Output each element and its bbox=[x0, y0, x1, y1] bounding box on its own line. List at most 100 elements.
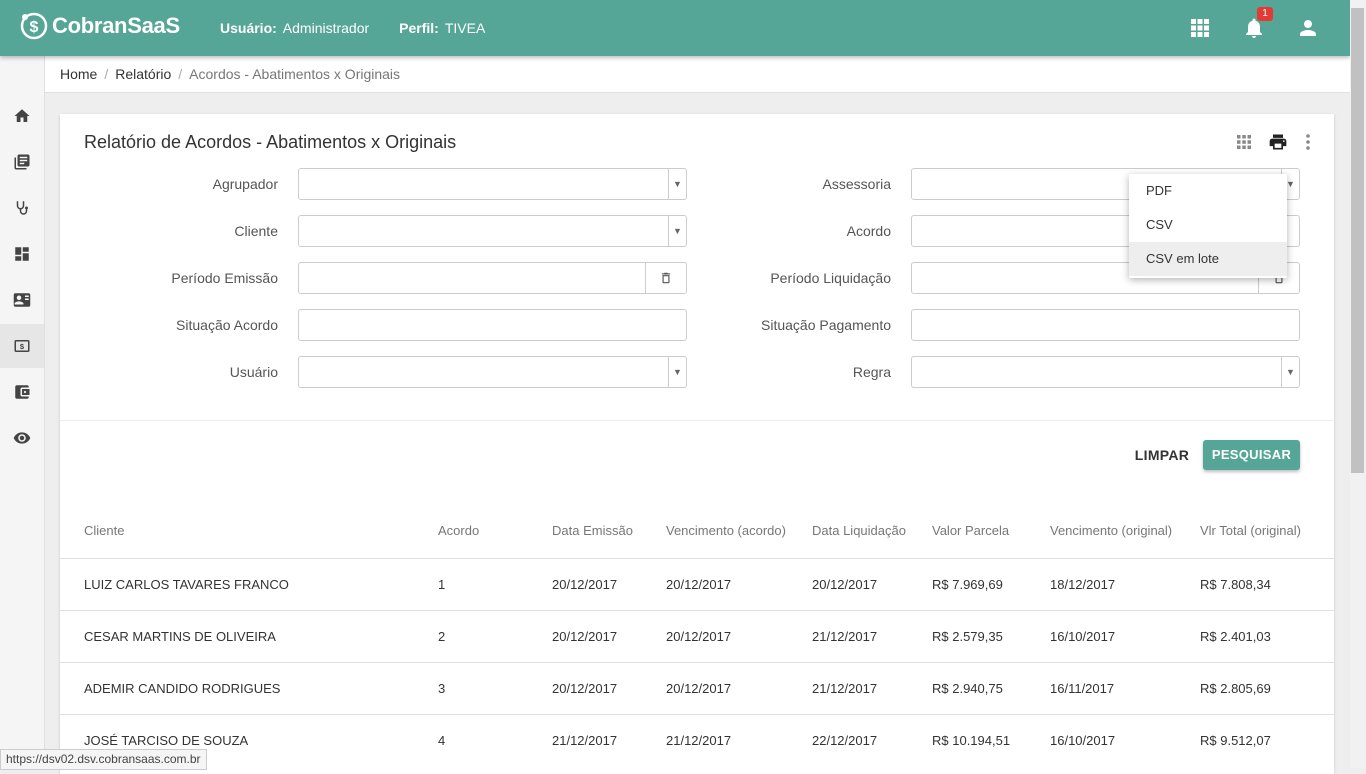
sidebar-item-view[interactable] bbox=[0, 416, 44, 460]
columns-grid-icon[interactable] bbox=[1234, 132, 1254, 152]
cell-cliente: CESAR MARTINS DE OLIVEIRA bbox=[84, 629, 276, 644]
wallet-icon bbox=[15, 385, 30, 399]
divider bbox=[60, 420, 1334, 421]
column-header-valor-parcela[interactable]: Valor Parcela bbox=[932, 523, 1009, 538]
cell-cliente: LUIZ CARLOS TAVARES FRANCO bbox=[84, 577, 289, 592]
column-header-data-emissao[interactable]: Data Emissão bbox=[552, 523, 633, 538]
chevron-down-icon[interactable]: ▼ bbox=[668, 357, 686, 387]
page-title: Relatório de Acordos - Abatimentos x Ori… bbox=[84, 132, 457, 152]
breadcrumb-separator: / bbox=[178, 66, 183, 82]
cliente-select[interactable]: ▼ bbox=[298, 215, 687, 247]
cell-data-liquidacao: 21/12/2017 bbox=[812, 681, 878, 696]
chevron-down-icon[interactable]: ▼ bbox=[668, 169, 686, 199]
column-header-vlr-total-original[interactable]: Vlr Total (original) bbox=[1200, 523, 1301, 538]
chevron-down-icon[interactable]: ▼ bbox=[668, 216, 686, 246]
cell-vencimento-acordo: 20/12/2017 bbox=[666, 681, 732, 696]
clear-date-button[interactable] bbox=[645, 263, 686, 293]
menu-item-csv[interactable]: CSV bbox=[1129, 208, 1287, 242]
menu-item-pdf[interactable]: PDF bbox=[1129, 174, 1287, 208]
cell-acordo: 3 bbox=[438, 681, 446, 696]
cell-vencimento-original: 16/10/2017 bbox=[1050, 733, 1116, 748]
situacao-acordo-input[interactable] bbox=[298, 309, 687, 341]
filter-label-agrupador: Agrupador bbox=[212, 176, 278, 192]
cell-data-emissao: 20/12/2017 bbox=[552, 681, 618, 696]
cell-acordo: 2 bbox=[438, 629, 446, 644]
profile-label: Perfil: bbox=[399, 20, 439, 36]
table-row[interactable]: LUIZ CARLOS TAVARES FRANCO 1 20/12/2017 … bbox=[60, 558, 1334, 611]
contact-card-icon bbox=[13, 293, 31, 307]
cell-vencimento-original: 16/11/2017 bbox=[1050, 681, 1115, 696]
table-row[interactable]: CESAR MARTINS DE OLIVEIRA 2 20/12/2017 2… bbox=[60, 610, 1334, 663]
periodo-emissao-input[interactable] bbox=[298, 262, 687, 294]
cell-vencimento-acordo: 21/12/2017 bbox=[666, 733, 732, 748]
column-header-vencimento-original[interactable]: Vencimento (original) bbox=[1050, 523, 1172, 538]
apps-grid-icon[interactable] bbox=[1188, 16, 1212, 40]
home-icon bbox=[14, 109, 30, 122]
notification-badge: 1 bbox=[1257, 7, 1273, 21]
cell-vlr-total-original: R$ 2.805,69 bbox=[1200, 681, 1271, 696]
breadcrumb-home[interactable]: Home bbox=[60, 66, 97, 82]
cell-valor-parcela: R$ 2.940,75 bbox=[932, 681, 1003, 696]
logo-icon: $ bbox=[20, 12, 48, 40]
clear-button[interactable]: LIMPAR bbox=[1132, 440, 1192, 470]
print-icon[interactable] bbox=[1268, 132, 1288, 152]
column-header-acordo[interactable]: Acordo bbox=[438, 523, 479, 538]
sidebar-item-wallet[interactable] bbox=[0, 370, 44, 414]
usuario-select[interactable]: ▼ bbox=[298, 356, 687, 388]
scrollbar-thumb[interactable] bbox=[1351, 8, 1364, 473]
status-bar-url: https://dsv02.dsv.cobransaas.com.br bbox=[0, 749, 207, 770]
breadcrumb-current: Acordos - Abatimentos x Originais bbox=[189, 66, 401, 82]
cell-vencimento-original: 18/12/2017 bbox=[1050, 577, 1116, 592]
sidebar-item-home[interactable] bbox=[0, 94, 44, 138]
app-logo[interactable]: $ CobranSaaS bbox=[19, 11, 180, 41]
cell-data-liquidacao: 21/12/2017 bbox=[812, 629, 878, 644]
trash-icon bbox=[661, 272, 671, 284]
sidebar-item-dashboard[interactable] bbox=[0, 232, 44, 276]
cell-data-emissao: 20/12/2017 bbox=[552, 629, 618, 644]
cell-cliente: ADEMIR CANDIDO RODRIGUES bbox=[84, 681, 281, 696]
chevron-down-icon[interactable]: ▼ bbox=[1281, 357, 1299, 387]
regra-select[interactable]: ▼ bbox=[911, 356, 1300, 388]
app-name: CobranSaaS bbox=[52, 13, 180, 38]
cell-valor-parcela: R$ 7.969,69 bbox=[932, 577, 1003, 592]
cell-data-emissao: 20/12/2017 bbox=[552, 577, 618, 592]
more-vert-icon[interactable] bbox=[1298, 132, 1318, 152]
search-button[interactable]: PESQUISAR bbox=[1203, 440, 1300, 470]
library-icon bbox=[14, 154, 30, 170]
filter-label-periodo-liquidacao: Período Liquidação bbox=[770, 270, 891, 286]
sidebar-item-billing[interactable]: $ bbox=[0, 324, 44, 368]
column-header-vencimento-acordo[interactable]: Vencimento (acordo) bbox=[666, 523, 786, 538]
situacao-pagamento-input[interactable] bbox=[911, 309, 1300, 341]
menu-item-csv-em-lote[interactable]: CSV em lote bbox=[1129, 242, 1287, 276]
user-value: Administrador bbox=[282, 20, 370, 36]
sidebar-item-contacts[interactable] bbox=[0, 278, 44, 322]
filter-label-periodo-emissao: Período Emissão bbox=[171, 270, 278, 286]
breadcrumb-report[interactable]: Relatório bbox=[115, 66, 171, 82]
sidebar: $ bbox=[0, 56, 45, 768]
column-header-data-liquidacao[interactable]: Data Liquidação bbox=[812, 523, 906, 538]
column-header-cliente[interactable]: Cliente bbox=[84, 523, 124, 538]
cell-data-liquidacao: 20/12/2017 bbox=[812, 577, 878, 592]
filter-label-usuario: Usuário bbox=[229, 364, 278, 380]
profile-value: TIVEA bbox=[444, 20, 486, 36]
cell-data-liquidacao: 22/12/2017 bbox=[812, 733, 878, 748]
sidebar-item-library[interactable] bbox=[0, 140, 44, 184]
table-row[interactable]: JOSÉ TARCISO DE SOUZA 4 21/12/2017 21/12… bbox=[60, 714, 1334, 767]
filter-label-cliente: Cliente bbox=[234, 223, 278, 239]
sidebar-item-health[interactable] bbox=[0, 186, 44, 230]
svg-text:$: $ bbox=[30, 19, 39, 36]
eye-icon bbox=[13, 432, 31, 444]
cell-vencimento-original: 16/10/2017 bbox=[1050, 629, 1116, 644]
user-account-icon[interactable] bbox=[1296, 16, 1320, 40]
export-menu: PDF CSV CSV em lote bbox=[1129, 174, 1287, 278]
agrupador-select[interactable]: ▼ bbox=[298, 168, 687, 200]
filter-label-regra: Regra bbox=[852, 364, 891, 380]
table-row[interactable]: ADEMIR CANDIDO RODRIGUES 3 20/12/2017 20… bbox=[60, 662, 1334, 715]
cell-vlr-total-original: R$ 2.401,03 bbox=[1200, 629, 1271, 644]
cell-data-emissao: 21/12/2017 bbox=[552, 733, 618, 748]
stethoscope-icon bbox=[16, 201, 28, 215]
svg-text:$: $ bbox=[20, 342, 25, 351]
filter-label-assessoria: Assessoria bbox=[822, 176, 891, 192]
money-icon: $ bbox=[14, 340, 30, 352]
cell-vlr-total-original: R$ 9.512,07 bbox=[1200, 733, 1271, 748]
